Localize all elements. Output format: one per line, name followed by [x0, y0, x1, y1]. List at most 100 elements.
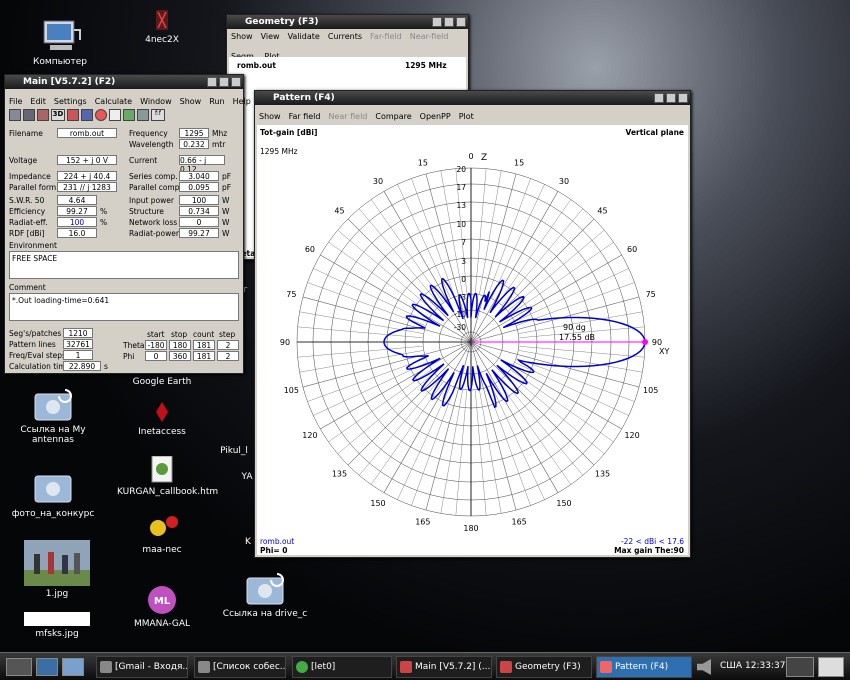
desktop-icon-inetaccess[interactable]: Inetaccess — [117, 400, 207, 437]
folder-link-icon — [243, 570, 287, 606]
browser-icon — [198, 661, 210, 673]
open-icon[interactable] — [9, 109, 21, 121]
windows-icon[interactable] — [62, 658, 84, 676]
task-main[interactable]: Main [V5.7.2] (... — [396, 656, 492, 678]
main-form: Filename romb.out Frequency 1295 Mhz Wav… — [5, 125, 243, 373]
menu-file[interactable]: File — [9, 96, 22, 108]
filename-field[interactable]: romb.out — [57, 128, 117, 138]
pattern-canvas[interactable]: 0 15 30 45 60 75 90 105 120 135 150 165 180 165 150 135… — [257, 125, 688, 555]
minimize-button[interactable] — [207, 77, 217, 87]
stack-icon[interactable] — [137, 109, 149, 121]
menu-compare[interactable]: Compare — [375, 111, 411, 123]
menu-near-field[interactable]: Near-field — [410, 31, 449, 43]
task-spisok[interactable]: [Список собес... — [194, 656, 286, 678]
frequency-field[interactable]: 1295 — [179, 128, 209, 138]
image-thumbnail-icon — [24, 612, 90, 626]
nec-icon — [400, 661, 412, 673]
menu-openpp[interactable]: OpenPP — [420, 111, 451, 123]
minimize-button[interactable] — [432, 17, 442, 27]
desktop-icon-kurgan-callbook[interactable]: KURGAN_callbook.htm — [117, 455, 218, 497]
maximize-button[interactable] — [444, 17, 454, 27]
menu-calculate[interactable]: Calculate — [95, 96, 132, 108]
menu-run[interactable]: Run — [209, 96, 224, 108]
desktop-icon-1jpg[interactable]: 1.jpg — [12, 540, 102, 599]
minimize-button[interactable] — [654, 93, 664, 103]
environment-box[interactable]: FREE SPACE — [9, 251, 239, 279]
task-gmail[interactable]: [Gmail - Входя... — [96, 656, 188, 678]
menu-currents[interactable]: Currents — [328, 31, 362, 43]
pattern-titlebar[interactable]: Pattern (F4) — [255, 91, 690, 105]
close-button[interactable] — [456, 17, 466, 27]
maximize-button[interactable] — [219, 77, 229, 87]
html-file-icon — [140, 455, 184, 484]
close-button[interactable] — [678, 93, 688, 103]
menu-view[interactable]: View — [261, 31, 280, 43]
menu-window[interactable]: Window — [140, 96, 172, 108]
desktop-icon-my-antennas[interactable]: Ссылка на My antennas — [8, 386, 98, 445]
axis-z-label: Z — [481, 153, 487, 163]
menu-plot[interactable]: Plot — [459, 111, 474, 123]
main-window[interactable]: Main [V5.7.2] (F2) File Edit Settings Calcu… — [4, 74, 251, 374]
menu-help[interactable]: Help — [233, 96, 251, 108]
menu-far-field[interactable]: Far field — [289, 111, 321, 123]
show-desktop-icon[interactable] — [6, 658, 32, 676]
desktop-icon-computer[interactable]: Компьютер — [15, 18, 105, 67]
pattern-menubar: Show Far field Near field Compare OpenPP Plot — [255, 111, 690, 123]
plane-label: Vertical plane — [625, 128, 684, 137]
geometry-icon[interactable] — [81, 109, 93, 121]
edit-icon[interactable] — [37, 109, 49, 121]
freq-icon[interactable]: f:f — [151, 109, 165, 121]
menu-show[interactable]: Show — [231, 31, 253, 43]
list-icon[interactable] — [109, 109, 121, 121]
menu-show[interactable]: Show — [259, 111, 281, 123]
close-button[interactable] — [231, 77, 241, 87]
4nec2x-icon — [152, 10, 172, 32]
save-icon[interactable] — [23, 109, 35, 121]
desktop-icon-mfsks[interactable]: mfsks.jpg — [12, 612, 102, 639]
menu-settings[interactable]: Settings — [54, 96, 87, 108]
inetaccess-icon — [140, 400, 184, 424]
task-geometry[interactable]: Geometry (F3) — [496, 656, 592, 678]
task-let0[interactable]: [let0] — [292, 656, 392, 678]
geometry-titlebar[interactable]: Geometry (F3) — [227, 15, 468, 29]
current-field: 0.66 - j 0.12 — [179, 155, 225, 174]
clock[interactable]: 12:33:37 — [745, 661, 785, 671]
desktop-icon-maa-nec[interactable]: maa-nec — [117, 514, 207, 555]
task-pattern[interactable]: Pattern (F4) — [596, 656, 692, 678]
grid-spoke — [510, 242, 614, 315]
grid-spoke — [299, 350, 424, 373]
3d-icon[interactable]: 3D — [51, 109, 65, 121]
pattern-window[interactable]: Pattern (F4) Show Far field Near field Comp… — [254, 90, 691, 558]
menu-far-field[interactable]: Far-field — [370, 31, 402, 43]
desktop-icon-foto[interactable]: фото_на_конкурс — [8, 470, 98, 519]
volume-icon[interactable] — [697, 659, 711, 675]
file-label: romb.out — [260, 537, 295, 546]
main-titlebar[interactable]: Main [V5.7.2] (F2) — [5, 75, 243, 89]
calc-icon[interactable] — [123, 109, 135, 121]
grid-spoke — [470, 254, 622, 343]
menu-edit[interactable]: Edit — [30, 96, 46, 108]
grid-spoke — [479, 170, 502, 295]
range-label: -22 < dBi < 17.6 — [620, 537, 684, 546]
desktop-icon-mmana-gal[interactable]: ML MMANA-GAL — [117, 584, 207, 629]
desktop-icon-google-earth[interactable]: Google Earth — [117, 377, 207, 387]
desktop-icon-4nec2x[interactable]: 4nec2X — [117, 10, 207, 45]
angle-label: 120 — [302, 431, 317, 440]
workspace-pager[interactable] — [786, 657, 814, 677]
menu-validate[interactable]: Validate — [288, 31, 320, 43]
desktop-switch-icon[interactable] — [36, 658, 58, 676]
maximize-button[interactable] — [666, 93, 676, 103]
menu-show[interactable]: Show — [180, 96, 202, 108]
svg-text:ML: ML — [154, 596, 171, 607]
menu-near-field[interactable]: Near field — [328, 111, 367, 123]
desktop-icon-drive-c[interactable]: Ссылка на drive_c — [220, 570, 310, 619]
panel-menu-icon[interactable] — [818, 657, 844, 677]
phi-label: Phi= 0 — [260, 546, 288, 555]
pattern-icon[interactable] — [67, 109, 79, 121]
max-gain-marker-dot — [642, 339, 648, 345]
keyboard-layout[interactable]: США — [720, 661, 742, 671]
comment-box[interactable]: *.Out loading-time=0.641 — [9, 293, 239, 321]
ring-label: 10 — [456, 220, 466, 229]
desktop-icon-pikul[interactable]: Pikul_l — [212, 446, 256, 456]
target-icon[interactable] — [95, 109, 107, 121]
